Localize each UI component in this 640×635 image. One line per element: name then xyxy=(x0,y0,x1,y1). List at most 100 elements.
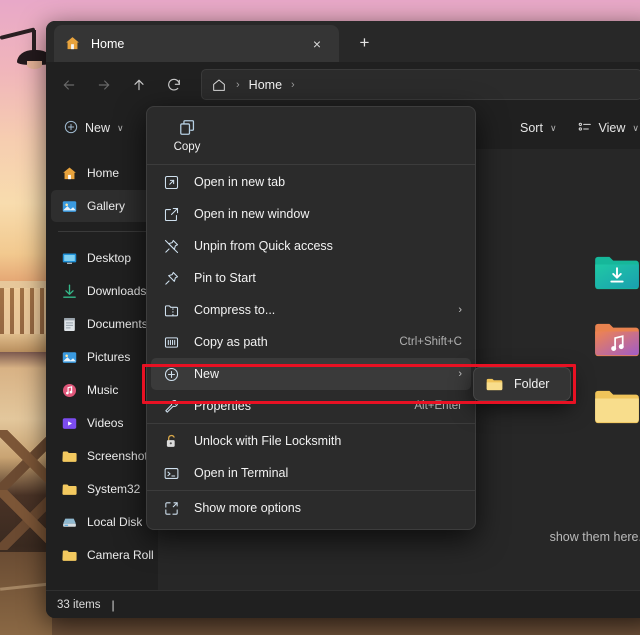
menu-item-accelerator: Ctrl+Shift+C xyxy=(399,336,462,348)
sidebar-item-local-disk[interactable]: Local Disk xyxy=(51,506,153,538)
compress-icon xyxy=(163,302,180,319)
copy-button[interactable]: Copy xyxy=(165,118,209,153)
sort-button[interactable]: Sort ∨ xyxy=(511,113,566,143)
sidebar-item-label: Local Disk xyxy=(87,515,142,529)
drive-icon xyxy=(61,514,78,531)
chevron-right-icon: › xyxy=(458,368,462,380)
up-button[interactable] xyxy=(122,69,155,100)
sidebar-item-downloads[interactable]: Downloads xyxy=(51,275,153,307)
chevron-right-icon: › xyxy=(458,304,462,316)
menu-item-pin-to-start[interactable]: Pin to Start xyxy=(151,262,471,294)
forward-button[interactable] xyxy=(87,69,120,100)
sidebar-item-label: System32 xyxy=(87,482,140,496)
chevron-down-icon: ∨ xyxy=(117,123,124,134)
breadcrumb[interactable]: › Home › xyxy=(201,69,640,100)
sidebar-item-home[interactable]: Home xyxy=(51,157,153,189)
view-list-icon xyxy=(577,119,593,138)
sidebar-item-camera-roll[interactable]: Camera Roll xyxy=(51,539,153,571)
gallery-icon xyxy=(61,198,78,215)
context-menu-separator xyxy=(147,164,475,165)
breadcrumb-home-icon[interactable] xyxy=(211,77,227,93)
open-new-window-icon xyxy=(163,206,180,223)
folder-icon xyxy=(61,481,78,498)
unpin-icon xyxy=(163,238,180,255)
menu-item-open-in-terminal[interactable]: Open in Terminal xyxy=(151,457,471,489)
menu-item-label: Unlock with File Locksmith xyxy=(194,434,462,448)
sidebar-item-label: Desktop xyxy=(87,251,131,265)
menu-item-unpin-from-quick-access[interactable]: Unpin from Quick access xyxy=(151,230,471,262)
context-menu-separator xyxy=(147,490,475,491)
sidebar-item-label: Documents xyxy=(87,317,148,331)
plus-circle-icon xyxy=(63,119,79,138)
menu-item-label: Compress to... xyxy=(194,303,448,317)
folder-icon xyxy=(486,377,503,392)
more-options-icon xyxy=(163,500,180,517)
tab-home[interactable]: Home × xyxy=(54,25,339,62)
menu-item-open-in-new-tab[interactable]: Open in new tab xyxy=(151,166,471,198)
home-icon xyxy=(61,165,78,182)
menu-item-copy-as-path[interactable]: Copy as path Ctrl+Shift+C xyxy=(151,326,471,358)
sidebar-item-music[interactable]: Music xyxy=(51,374,153,406)
breadcrumb-path[interactable]: Home xyxy=(249,78,282,92)
command-bar-right-group: Sort ∨ View ∨ xyxy=(511,113,640,143)
menu-item-compress-to[interactable]: Compress to... › xyxy=(151,294,471,326)
sidebar-item-label: Gallery xyxy=(87,199,125,213)
menu-item-label: Unpin from Quick access xyxy=(194,239,462,253)
sidebar-item-system32[interactable]: System32 xyxy=(51,473,153,505)
sidebar-item-screenshots[interactable]: Screenshots xyxy=(51,440,153,472)
new-submenu: Folder xyxy=(473,367,571,401)
menu-item-label: Open in Terminal xyxy=(194,466,462,480)
sidebar-item-gallery[interactable]: Gallery xyxy=(51,190,153,222)
menu-item-unlock-with-file-locksmith[interactable]: Unlock with File Locksmith xyxy=(151,425,471,457)
desktop-icon xyxy=(61,250,78,267)
back-button[interactable] xyxy=(52,69,85,100)
sidebar-item-label: Home xyxy=(87,166,119,180)
downloads-folder-item[interactable] xyxy=(594,254,640,292)
refresh-button[interactable] xyxy=(157,69,190,100)
folder-icon xyxy=(61,547,78,564)
navigation-bar: › Home › xyxy=(46,62,640,107)
downloads-icon xyxy=(61,283,78,300)
tab-title: Home xyxy=(91,37,305,51)
pictures-icon xyxy=(61,349,78,366)
new-button-label: New xyxy=(85,121,110,135)
lock-icon xyxy=(163,433,180,450)
open-new-tab-icon xyxy=(163,174,180,191)
sidebar-divider xyxy=(58,231,146,232)
sidebar-item-pictures[interactable]: Pictures xyxy=(51,341,153,373)
chevron-down-icon: ∨ xyxy=(550,123,557,134)
menu-item-new[interactable]: New › xyxy=(151,358,471,390)
sidebar-item-videos[interactable]: Videos xyxy=(51,407,153,439)
context-menu: Copy Open in new tab Open in new window … xyxy=(146,106,476,530)
wallpaper-balustrade xyxy=(0,288,52,336)
new-button[interactable]: New ∨ xyxy=(54,113,133,143)
close-icon[interactable]: × xyxy=(305,32,329,56)
new-tab-button[interactable]: + xyxy=(351,30,378,56)
sidebar-item-label: Pictures xyxy=(87,350,130,364)
menu-item-label: Properties xyxy=(194,399,404,413)
sort-button-label: Sort xyxy=(520,121,543,135)
menu-item-open-in-new-window[interactable]: Open in new window xyxy=(151,198,471,230)
music-icon xyxy=(61,382,78,399)
generic-folder-item[interactable] xyxy=(594,388,640,426)
videos-icon xyxy=(61,415,78,432)
sidebar-item-label: Camera Roll xyxy=(87,548,153,562)
terminal-icon xyxy=(163,465,180,482)
sidebar-item-label: Downloads xyxy=(87,284,146,298)
menu-item-label: Copy as path xyxy=(194,335,389,349)
music-folder-item[interactable] xyxy=(594,321,640,359)
menu-item-label: Pin to Start xyxy=(194,271,462,285)
sidebar-item-documents[interactable]: Documents xyxy=(51,308,153,340)
menu-item-label: Open in new tab xyxy=(194,175,462,189)
context-menu-command-row: Copy xyxy=(147,107,475,163)
breadcrumb-separator-2[interactable]: › xyxy=(286,79,300,91)
submenu-item-folder-label[interactable]: Folder xyxy=(514,377,549,391)
menu-item-accelerator: Alt+Enter xyxy=(414,400,462,412)
sidebar-item-desktop[interactable]: Desktop xyxy=(51,242,153,274)
menu-item-properties[interactable]: Properties Alt+Enter xyxy=(151,390,471,422)
menu-item-label: New xyxy=(194,367,448,381)
context-menu-separator xyxy=(147,423,475,424)
menu-item-show-more-options[interactable]: Show more options xyxy=(151,492,471,524)
view-button[interactable]: View ∨ xyxy=(568,113,640,143)
wallpaper-lattice xyxy=(0,430,52,550)
